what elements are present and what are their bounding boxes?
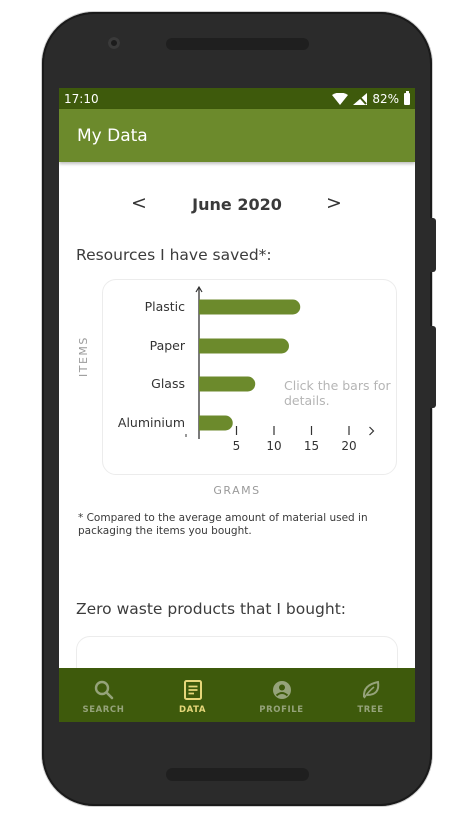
x-tick-label: 10 <box>266 439 281 453</box>
nav-tree[interactable]: TREE <box>326 668 415 722</box>
nav-data[interactable]: DATA <box>148 668 237 722</box>
profile-icon <box>272 681 291 699</box>
battery-percent: 82% <box>372 91 399 106</box>
bottom-navigation: SEARCH DATA PROFILE TREE <box>59 668 415 722</box>
front-camera <box>108 37 120 49</box>
footnote: * Compared to the average amount of mate… <box>78 512 368 537</box>
app-screen: 17:10 82% My Data < June 2020 > Resource… <box>59 88 415 722</box>
status-icons: 82% <box>332 90 410 106</box>
y-axis-label: ITEMS <box>77 336 90 377</box>
bottom-speaker <box>166 768 309 781</box>
next-month-button[interactable]: > <box>322 192 346 214</box>
x-axis-arrow <box>369 426 375 436</box>
products-title: Zero waste products that I bought: <box>76 600 347 618</box>
nav-search[interactable]: SEARCH <box>59 668 148 722</box>
x-tick-label: 20 <box>341 439 356 453</box>
bar-base-aluminium <box>199 415 207 431</box>
data-icon <box>183 680 202 700</box>
bar-plastic[interactable] <box>199 299 301 315</box>
signal-off-icon <box>353 92 368 105</box>
x-tick-label: 15 <box>304 439 319 453</box>
category-label: Paper <box>150 338 186 353</box>
nav-data-label: DATA <box>178 705 207 715</box>
x-tick-label: 5 <box>233 439 241 453</box>
bar-paper[interactable] <box>199 338 289 354</box>
nav-tree-label: TREE <box>357 705 384 715</box>
nav-search-label: SEARCH <box>82 705 125 715</box>
power-button <box>430 326 436 408</box>
status-bar: 17:10 82% <box>59 88 415 109</box>
status-time: 17:10 <box>64 91 99 106</box>
nav-profile-label: PROFILE <box>259 705 304 715</box>
leaf-icon <box>362 680 379 699</box>
bar-glass[interactable] <box>199 376 256 392</box>
battery-icon <box>404 90 410 105</box>
month-label: June 2020 <box>192 195 282 214</box>
top-speaker <box>166 38 309 50</box>
resources-bar-chart: Plastic Paper Glass Aluminium 5 10 15 20 <box>118 285 375 453</box>
resources-title: Resources I have saved*: <box>76 246 272 264</box>
nav-profile[interactable]: PROFILE <box>237 668 326 722</box>
category-label: Glass <box>151 376 185 391</box>
x-axis-label: GRAMS <box>213 484 261 497</box>
wifi-icon <box>332 92 349 105</box>
bar-base-glass <box>199 376 207 392</box>
bar-base-paper <box>199 338 207 354</box>
page-title: My Data <box>77 125 148 146</box>
bar-base-plastic <box>199 299 207 315</box>
volume-button <box>430 218 436 272</box>
search-icon <box>94 680 113 700</box>
category-label: Plastic <box>145 299 186 314</box>
month-navigator: < June 2020 > <box>59 192 415 218</box>
chart-hint: Click the bars for details. <box>284 378 391 408</box>
category-label: Aluminium <box>118 415 185 430</box>
app-bar: My Data <box>59 109 415 162</box>
